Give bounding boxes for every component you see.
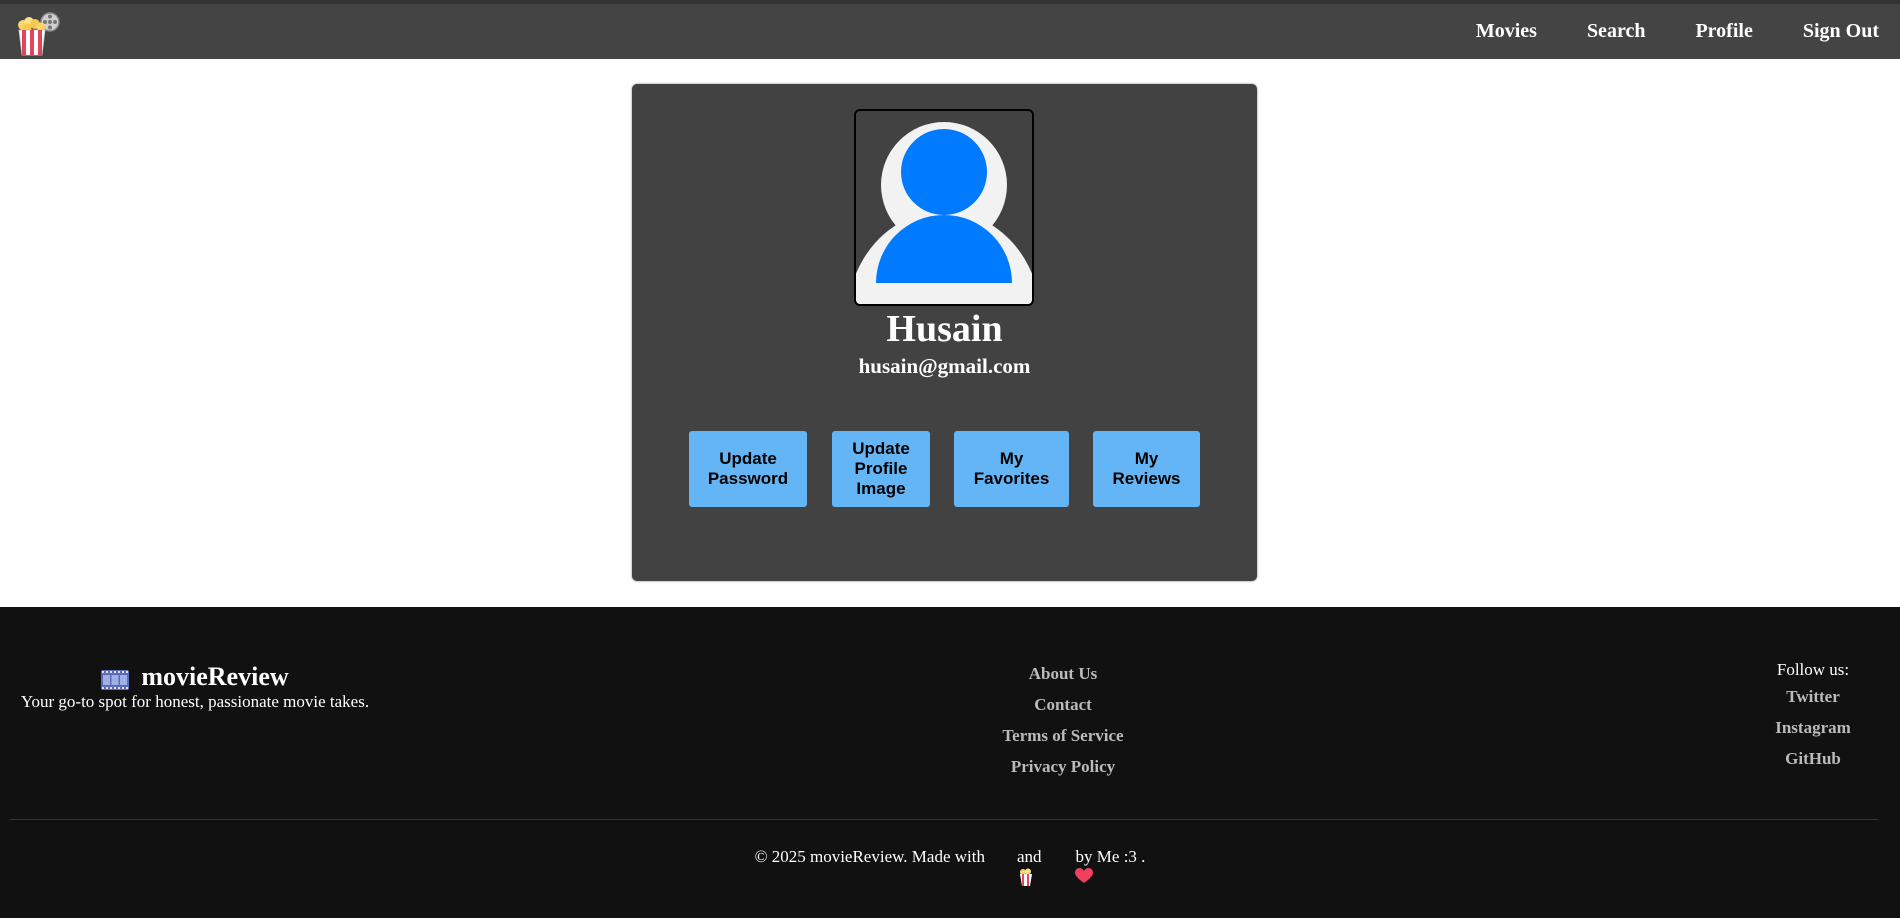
social-link-github[interactable]: GitHub bbox=[1763, 743, 1863, 774]
footer-link-terms[interactable]: Terms of Service bbox=[963, 720, 1163, 751]
film-frames-icon bbox=[101, 667, 130, 690]
social-link-twitter[interactable]: Twitter bbox=[1763, 681, 1863, 712]
footer-divider bbox=[10, 819, 1878, 820]
footer-brand: movieReview Your go-to spot for honest, … bbox=[0, 662, 390, 712]
user-avatar-icon[interactable] bbox=[854, 109, 1034, 306]
footer-brand-name: movieReview bbox=[141, 662, 289, 691]
site-footer: movieReview Your go-to spot for honest, … bbox=[0, 607, 1900, 918]
follow-us-label: Follow us: bbox=[1776, 660, 1850, 679]
copyright-prefix: © 2025 movieReview. Made with bbox=[754, 847, 985, 866]
profile-email: husain@gmail.com bbox=[858, 354, 1031, 378]
footer-follow: Follow us: Twitter Instagram GitHub bbox=[1763, 658, 1863, 774]
nav-profile[interactable]: Profile bbox=[1695, 20, 1752, 43]
footer-link-about-us[interactable]: About Us bbox=[963, 658, 1163, 689]
top-navbar: Movies Search Profile Sign Out bbox=[0, 0, 1900, 59]
nav-links: Movies Search Profile Sign Out bbox=[1476, 4, 1900, 59]
update-profile-image-button[interactable]: Update Profile Image bbox=[832, 431, 930, 507]
footer-link-privacy[interactable]: Privacy Policy bbox=[963, 751, 1163, 782]
popcorn-icon bbox=[993, 848, 1033, 886]
footer-copyright: © 2025 movieReview. Made with and by Me … bbox=[0, 847, 1900, 886]
heart-icon bbox=[1050, 848, 1094, 883]
footer-brand-title: movieReview bbox=[0, 662, 390, 692]
nav-movies[interactable]: Movies bbox=[1476, 20, 1537, 43]
footer-links: About Us Contact Terms of Service Privac… bbox=[963, 658, 1163, 782]
my-reviews-button[interactable]: My Reviews bbox=[1093, 431, 1200, 507]
profile-card: Husain husain@gmail.com Update Password … bbox=[632, 84, 1257, 581]
copyright-and: and bbox=[1016, 847, 1042, 866]
popcorn-logo-icon[interactable] bbox=[14, 8, 62, 56]
footer-link-contact[interactable]: Contact bbox=[963, 689, 1163, 720]
my-favorites-button[interactable]: My Favorites bbox=[954, 431, 1069, 507]
nav-search[interactable]: Search bbox=[1587, 20, 1646, 43]
footer-tagline: Your go-to spot for honest, passionate m… bbox=[20, 692, 370, 711]
profile-name: Husain bbox=[886, 308, 1003, 350]
update-password-button[interactable]: Update Password bbox=[689, 431, 807, 507]
copyright-suffix: by Me :3 . bbox=[1075, 847, 1146, 866]
nav-sign-out[interactable]: Sign Out bbox=[1803, 20, 1879, 43]
social-link-instagram[interactable]: Instagram bbox=[1763, 712, 1863, 743]
